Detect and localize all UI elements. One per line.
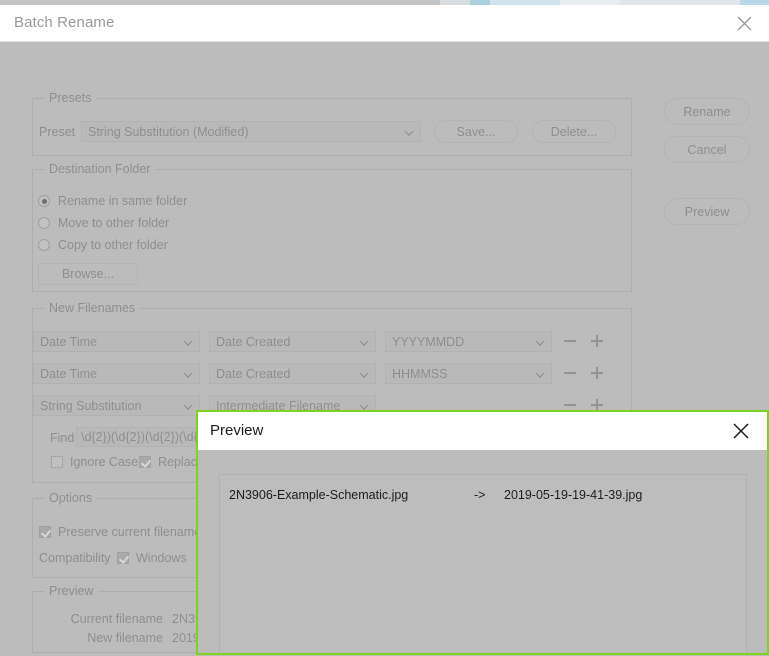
chevron-down-icon <box>185 404 192 408</box>
radio-copy-to-other-folder[interactable]: Copy to other folder <box>38 238 168 252</box>
rename-button[interactable]: Rename <box>664 98 750 125</box>
preserve-current-filename-label: Preserve current filename <box>58 525 202 539</box>
filename-row-2-field-select[interactable]: Date Created <box>209 363 376 384</box>
radio-move-to-other-folder[interactable]: Move to other folder <box>38 216 169 230</box>
chevron-down-icon <box>185 340 192 344</box>
close-icon[interactable] <box>727 10 761 36</box>
screen: Batch Rename Presets Preset String Subst… <box>0 0 769 656</box>
preset-select[interactable]: String Substitution (Modified) <box>81 121 421 142</box>
replace-all-checkbox[interactable]: Replac <box>139 455 197 469</box>
chevron-down-icon <box>361 404 368 408</box>
close-icon[interactable] <box>729 420 753 442</box>
checkbox-icon <box>39 526 51 538</box>
filename-row-1-type-select[interactable]: Date Time <box>33 331 200 352</box>
cancel-button[interactable]: Cancel <box>664 136 750 163</box>
new-filename-label: New filename <box>87 631 163 645</box>
new-filenames-group-title: New Filenames <box>44 301 141 315</box>
list-item[interactable]: 2N3906-Example-Schematic.jpg -> 2019-05-… <box>220 484 746 506</box>
filename-row-1-remove-icon[interactable] <box>562 333 578 349</box>
radio-icon <box>38 217 50 229</box>
preserve-current-filename-checkbox[interactable]: Preserve current filename <box>39 525 201 539</box>
find-label: Find <box>50 431 75 445</box>
filename-row-2-remove-icon[interactable] <box>562 365 578 381</box>
window-titlebar: Batch Rename <box>0 5 769 42</box>
filename-row-2-type-select[interactable]: Date Time <box>33 363 200 384</box>
arrow-icon: -> <box>474 488 486 502</box>
compatibility-windows-checkbox[interactable]: Windows <box>117 551 187 565</box>
chevron-down-icon <box>406 130 413 134</box>
options-group-title: Options <box>44 491 98 505</box>
chevron-down-icon <box>361 340 368 344</box>
preview-rename-list[interactable]: 2N3906-Example-Schematic.jpg -> 2019-05-… <box>219 474 747 653</box>
filename-row-2-field-value: Date Created <box>216 366 291 381</box>
filename-row-1-type-value: Date Time <box>40 334 97 349</box>
window-title: Batch Rename <box>14 14 115 31</box>
preview-modal-body: 2N3906-Example-Schematic.jpg -> 2019-05-… <box>198 450 767 653</box>
filename-row-1-format-value: YYYYMMDD <box>392 334 465 349</box>
radio-label: Rename in same folder <box>58 194 188 208</box>
preview-new-filename: 2019-05-19-19-41-39.jpg <box>504 488 643 502</box>
filename-row-3-type-select[interactable]: String Substitution <box>33 395 200 416</box>
chevron-down-icon <box>537 372 544 376</box>
preview-modal: Preview 2N3906-Example-Schematic.jpg -> … <box>196 410 769 655</box>
preview-old-filename: 2N3906-Example-Schematic.jpg <box>229 488 409 502</box>
radio-label: Copy to other folder <box>58 238 168 252</box>
filename-row-2-format-select[interactable]: HHMMSS <box>385 363 552 384</box>
destination-folder-group-title: Destination Folder <box>44 162 156 176</box>
save-preset-button[interactable]: Save... <box>434 120 518 143</box>
preview-modal-title: Preview <box>210 422 264 439</box>
filename-row-1-add-icon[interactable] <box>589 333 605 349</box>
filename-row-1-field-value: Date Created <box>216 334 291 349</box>
browse-button[interactable]: Browse... <box>38 263 138 285</box>
filename-row-2-type-value: Date Time <box>40 366 97 381</box>
radio-icon <box>38 239 50 251</box>
compatibility-label: Compatibility <box>39 551 111 565</box>
radio-label: Move to other folder <box>58 216 170 230</box>
filename-row-2-format-value: HHMMSS <box>392 366 448 381</box>
checkbox-icon <box>139 456 151 468</box>
preview-group-title: Preview <box>44 584 99 598</box>
preview-modal-titlebar: Preview <box>198 412 767 450</box>
chevron-down-icon <box>361 372 368 376</box>
preset-label: Preset <box>39 125 76 139</box>
presets-group-title: Presets <box>44 91 97 105</box>
filename-row-3-type-value: String Substitution <box>40 398 142 413</box>
replace-all-label: Replac <box>158 455 197 469</box>
radio-icon <box>38 195 50 207</box>
ignore-case-label: Ignore Case <box>70 455 139 469</box>
radio-rename-in-same-folder[interactable]: Rename in same folder <box>38 194 187 208</box>
chevron-down-icon <box>185 372 192 376</box>
compatibility-windows-label: Windows <box>136 551 187 565</box>
delete-preset-button[interactable]: Delete... <box>532 120 616 143</box>
filename-row-2-add-icon[interactable] <box>589 365 605 381</box>
checkbox-icon <box>117 552 129 564</box>
checkbox-icon <box>51 456 63 468</box>
preview-button[interactable]: Preview <box>664 198 750 225</box>
filename-row-1-field-select[interactable]: Date Created <box>209 331 376 352</box>
preset-select-value: String Substitution (Modified) <box>88 124 249 139</box>
filename-row-1-format-select[interactable]: YYYYMMDD <box>385 331 552 352</box>
ignore-case-checkbox[interactable]: Ignore Case <box>51 455 138 469</box>
chevron-down-icon <box>537 340 544 344</box>
current-filename-label: Current filename <box>70 612 163 626</box>
